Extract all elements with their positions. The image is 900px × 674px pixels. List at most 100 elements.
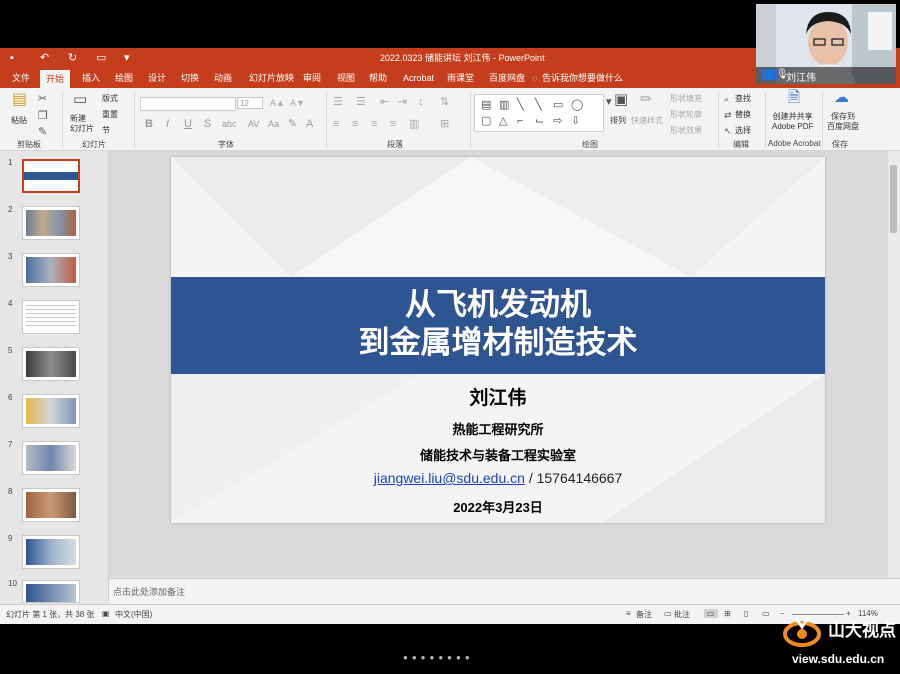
baidu-netdisk-icon[interactable]: ☁ [834,90,849,105]
select-button[interactable]: 选择 [735,126,751,136]
tab-transitions[interactable]: 切换 [181,71,199,85]
tab-slideshow[interactable]: 幻灯片放映 [249,71,294,85]
slide-title-line-1[interactable]: 从飞机发动机 [171,287,825,323]
arrange-icon[interactable]: ▣ [614,92,628,107]
slide-thumbnail-8[interactable] [22,488,80,522]
copy-icon[interactable]: ❐ [38,110,48,122]
highlight-icon[interactable]: ✎ [288,118,297,130]
layout-button[interactable]: 版式 [102,94,118,104]
tab-rain-classroom[interactable]: 雨课堂 [447,71,474,85]
line-shape-icon[interactable]: ╲ [535,99,542,111]
tab-acrobat[interactable]: Acrobat [403,71,434,85]
tell-me-search[interactable]: 告诉我你想要做什么 [542,71,623,85]
tab-design[interactable]: 设计 [148,71,166,85]
char-spacing-icon[interactable]: AV [248,118,259,130]
notes-pane[interactable]: 点击此处添加备注 [109,578,900,604]
font-size-input[interactable]: 12 [237,97,263,109]
grow-font-icon[interactable]: A▲ [270,97,285,109]
triangle-shape-icon[interactable]: △ [499,115,507,127]
tab-help[interactable]: 帮助 [369,71,387,85]
tab-review[interactable]: 审阅 [303,71,321,85]
line-spacing-icon[interactable]: ↕ [418,96,424,108]
align-center-icon[interactable]: ≡ [352,118,358,130]
align-left-icon[interactable]: ≡ [333,118,339,130]
font-color-icon[interactable]: A [306,118,313,130]
shapes-gallery[interactable]: ▤ ▥ ╲ ╲ ▭ ◯ ▢ △ ⌐ ⌙ ⇨ ⇩ [474,94,604,132]
tab-file[interactable]: 文件 [12,71,30,85]
scrollbar-thumb[interactable] [890,165,897,233]
contact-line[interactable]: jiangwei.liu@sdu.edu.cn / 15764146667 [171,470,825,486]
save-icon[interactable]: ▪ [10,51,14,65]
new-slide-button[interactable]: 新建 幻灯片 [70,114,94,134]
spellcheck-icon[interactable]: ▣ [102,609,110,618]
font-name-input[interactable] [140,97,236,111]
change-case-icon[interactable]: Aa [268,118,279,130]
connector-shape-icon[interactable]: ⌙ [535,115,544,127]
tab-animations[interactable]: 动画 [214,71,232,85]
increase-indent-icon[interactable]: ⇥ [398,96,407,108]
adobe-pdf-icon[interactable]: 🗎 [788,90,800,105]
slide-thumbnail-pane[interactable]: 1 2 3 4 5 6 7 8 9 10 [0,151,109,603]
tab-draw[interactable]: 绘图 [115,71,133,85]
comments-button[interactable]: 批注 [674,609,690,620]
gallery-more-icon[interactable]: ▾ [606,96,612,108]
customize-quick-access-icon[interactable]: ▾ [124,51,130,65]
slide-thumbnail-2[interactable] [22,206,80,240]
paste-button[interactable]: 粘贴 [11,116,27,126]
presenter-name[interactable]: 刘江伟 [171,383,825,410]
tab-baidu-netdisk[interactable]: 百度网盘 [489,71,525,85]
slide-thumbnail-1[interactable] [22,159,80,193]
notes-toggle-button[interactable]: 备注 [636,609,652,620]
normal-view-icon[interactable]: ▭ [704,609,718,618]
present-icon[interactable]: ▭ [96,51,106,65]
reading-view-icon[interactable]: ▯ [744,609,748,618]
textbox-vertical-icon[interactable]: ▥ [499,99,509,111]
arrange-button[interactable]: 排列 [610,116,626,126]
justify-icon[interactable]: ≡ [390,118,396,130]
quick-styles-icon[interactable]: ✏ [640,92,653,107]
textbox-shape-icon[interactable]: ▤ [481,99,491,111]
slideshow-icon[interactable]: ▭ [762,609,770,618]
email-link[interactable]: jiangwei.liu@sdu.edu.cn [374,470,525,486]
slide-thumbnail-10[interactable] [22,580,80,603]
text-shadow-icon[interactable]: abc [222,118,237,130]
bold-icon[interactable]: B [145,118,153,130]
tab-home[interactable]: 开始 [40,70,71,88]
text-direction-icon[interactable]: ⇅ [440,96,449,108]
align-right-icon[interactable]: ≡ [371,118,377,130]
tab-insert[interactable]: 插入 [82,71,100,85]
numbering-icon[interactable]: ☰ [356,96,366,108]
slide-title-line-2[interactable]: 到金属增材制造技术 [171,325,825,361]
slide-thumbnail-4[interactable] [22,300,80,334]
slide-thumbnail-7[interactable] [22,441,80,475]
decrease-indent-icon[interactable]: ⇤ [380,96,389,108]
line-shape-icon[interactable]: ╲ [517,99,524,111]
paste-icon[interactable]: ▤ [12,92,27,108]
rectangle-shape-icon[interactable]: ▭ [553,99,563,111]
shape-fill-button[interactable]: 形状填充 [670,94,702,104]
shape-effects-button[interactable]: 形状效果 [670,126,702,136]
redo-icon[interactable]: ↻ [68,51,77,65]
replace-button[interactable]: 替换 [735,110,751,120]
slide-canvas[interactable]: 从飞机发动机 到金属增材制造技术 刘江伟 热能工程研究所 储能技术与装备工程实验… [171,157,825,523]
bullets-icon[interactable]: ☰ [333,96,343,108]
columns-icon[interactable]: ▥ [409,118,419,130]
slide-editing-area[interactable]: 从飞机发动机 到金属增材制造技术 刘江伟 热能工程研究所 储能技术与装备工程实验… [109,151,889,577]
strikethrough-icon[interactable]: S [204,118,211,130]
save-baidu-button[interactable]: 保存到 百度网盘 [827,112,859,132]
cut-icon[interactable]: ✂ [38,93,47,105]
italic-icon[interactable]: I [166,118,169,130]
lab-name[interactable]: 储能技术与装备工程实验室 [171,445,825,464]
slide-thumbnail-9[interactable] [22,535,80,569]
slide-thumbnail-5[interactable] [22,347,80,381]
rounded-rect-shape-icon[interactable]: ▢ [481,115,491,127]
slide-sorter-icon[interactable]: ⊞ [724,609,731,618]
reset-button[interactable]: 重置 [102,110,118,120]
undo-icon[interactable]: ↶ [40,51,49,65]
language-indicator[interactable]: 中文(中国) [115,609,152,620]
carousel-dots[interactable]: ●●●●●●●● [403,653,474,662]
section-button[interactable]: 节 [102,126,110,136]
arrow-right-shape-icon[interactable]: ⇨ [553,115,562,127]
tab-view[interactable]: 视图 [337,71,355,85]
format-painter-icon[interactable]: ✎ [38,126,47,138]
